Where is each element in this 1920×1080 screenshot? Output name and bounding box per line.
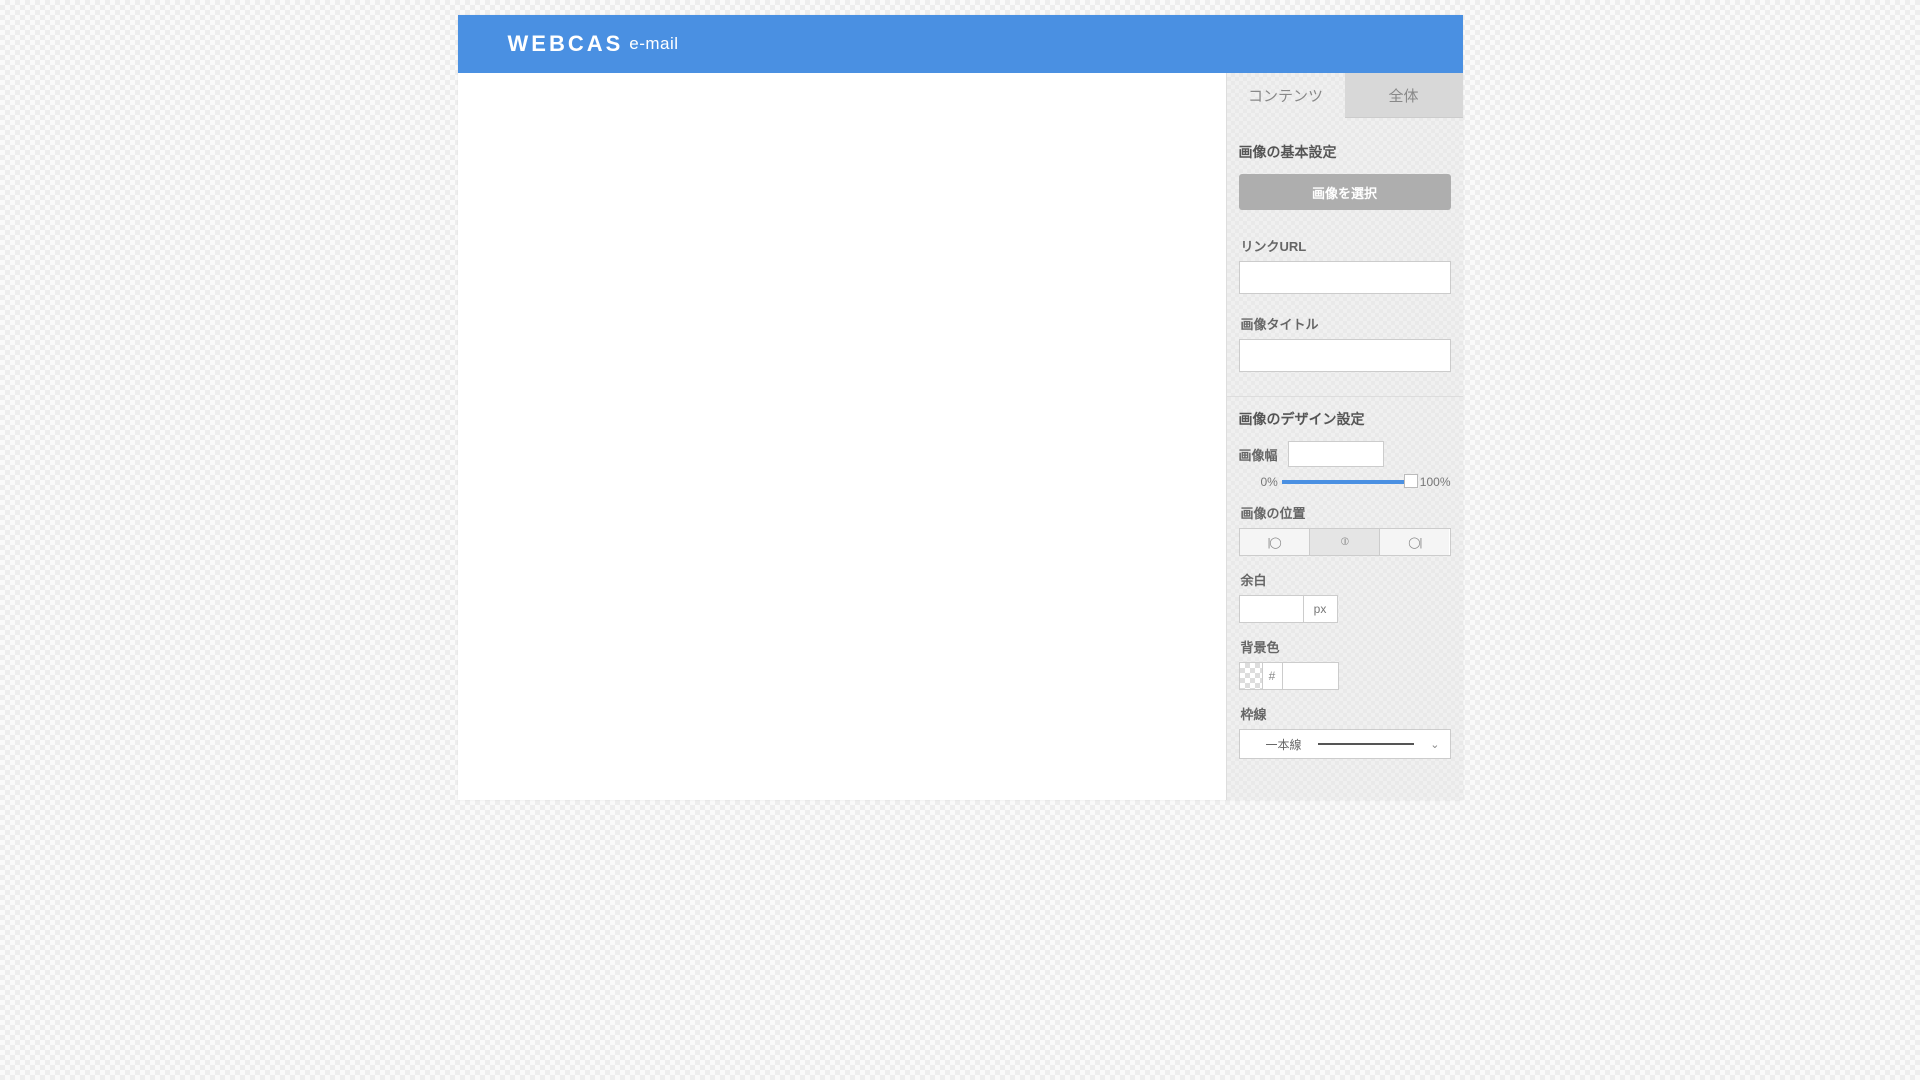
- border-select[interactable]: 一本線 ⌄: [1239, 729, 1451, 759]
- tab-contents-label: コンテンツ: [1248, 85, 1323, 106]
- app-header: WEBCAS e-mail: [458, 15, 1463, 73]
- align-group: |◯ ⦶ ◯|: [1239, 528, 1451, 556]
- canvas-area[interactable]: [458, 73, 1226, 800]
- panel-content: 画像の基本設定 画像を選択 リンクURL 画像タイトル 画像のデザイン設定 画像…: [1227, 118, 1463, 800]
- section-design-title: 画像のデザイン設定: [1239, 409, 1451, 429]
- align-left-button[interactable]: |◯: [1240, 529, 1310, 555]
- link-url-input[interactable]: [1239, 261, 1451, 294]
- image-title-input[interactable]: [1239, 339, 1451, 372]
- logo-main: WEBCAS: [508, 31, 624, 57]
- slider-min-label: 0%: [1261, 475, 1278, 489]
- width-slider[interactable]: [1282, 480, 1416, 484]
- app-body: コンテンツ 全体 画像の基本設定 画像を選択 リンクURL 画像タイトル 画像の…: [458, 73, 1463, 800]
- image-width-label: 画像幅: [1239, 445, 1278, 464]
- image-position-label: 画像の位置: [1241, 503, 1451, 522]
- tab-all[interactable]: 全体: [1345, 73, 1463, 118]
- image-width-input[interactable]: [1288, 441, 1384, 467]
- logo-sub: e-mail: [629, 34, 678, 54]
- image-width-row: 画像幅: [1239, 441, 1451, 467]
- side-panel: コンテンツ 全体 画像の基本設定 画像を選択 リンクURL 画像タイトル 画像の…: [1226, 73, 1463, 800]
- border-label: 枠線: [1241, 704, 1451, 723]
- link-url-label: リンクURL: [1241, 236, 1451, 255]
- page-outer: WEBCAS e-mail コンテンツ 全体 画像の基本設定 画像を選択 リ: [0, 0, 1920, 1080]
- align-right-button[interactable]: ◯|: [1380, 529, 1449, 555]
- bgcolor-row: #: [1239, 662, 1451, 690]
- margin-row: px: [1239, 595, 1451, 623]
- select-image-button[interactable]: 画像を選択: [1239, 174, 1451, 210]
- bgcolor-label: 背景色: [1241, 637, 1451, 656]
- slider-max-label: 100%: [1420, 475, 1451, 489]
- align-center-icon: ⦶: [1341, 536, 1348, 549]
- divider: [1227, 396, 1463, 397]
- margin-unit: px: [1304, 595, 1338, 623]
- margin-input[interactable]: [1239, 595, 1304, 623]
- align-center-button[interactable]: ⦶: [1310, 529, 1380, 555]
- tab-contents[interactable]: コンテンツ: [1227, 73, 1345, 118]
- margin-label: 余白: [1241, 570, 1451, 589]
- app-frame: WEBCAS e-mail コンテンツ 全体 画像の基本設定 画像を選択 リ: [458, 15, 1463, 800]
- align-left-icon: |◯: [1268, 536, 1281, 549]
- bgcolor-swatch[interactable]: [1239, 662, 1263, 690]
- border-line-sample-icon: [1318, 743, 1415, 745]
- image-title-label: 画像タイトル: [1241, 314, 1451, 333]
- width-slider-row: 0% 100%: [1261, 475, 1451, 489]
- section-basic-title: 画像の基本設定: [1239, 142, 1451, 162]
- border-select-value: 一本線: [1266, 736, 1302, 753]
- tabs: コンテンツ 全体: [1227, 73, 1463, 118]
- tab-all-label: 全体: [1388, 85, 1418, 106]
- chevron-down-icon: ⌄: [1430, 738, 1439, 751]
- bgcolor-input[interactable]: [1283, 662, 1339, 690]
- width-slider-thumb[interactable]: [1404, 474, 1418, 488]
- align-right-icon: ◯|: [1408, 536, 1421, 549]
- bgcolor-hash: #: [1263, 662, 1283, 690]
